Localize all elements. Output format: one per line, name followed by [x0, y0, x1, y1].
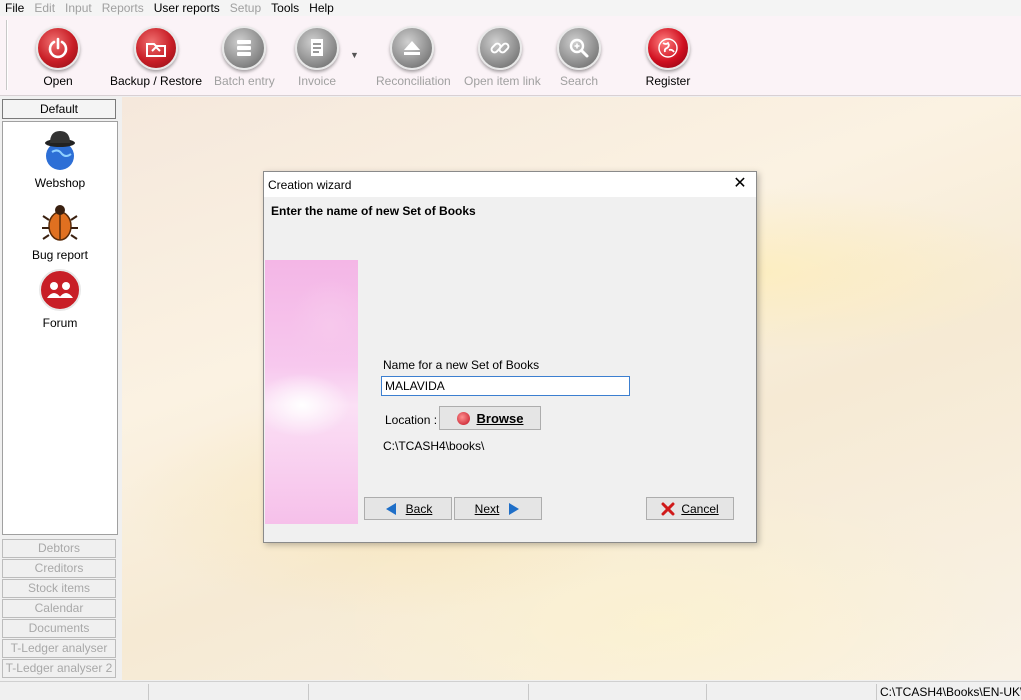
status-divider	[706, 684, 707, 700]
backup-restore-button[interactable]: Backup / Restore	[110, 26, 202, 88]
folder-arrows-icon	[134, 26, 178, 70]
globe-icon	[646, 26, 690, 70]
invoice-label: Invoice	[297, 74, 337, 88]
sidebar-group-default[interactable]: Default	[2, 99, 116, 119]
chain-link-icon	[478, 26, 522, 70]
open-item-link-label: Open item link	[464, 74, 541, 88]
people-icon	[38, 268, 82, 312]
reconciliation-label: Reconciliation	[376, 74, 451, 88]
bowler-hat-globe-icon	[38, 128, 82, 172]
invoice-button[interactable]: Invoice	[292, 26, 342, 88]
menu-tools[interactable]: Tools	[266, 1, 304, 15]
status-divider	[148, 684, 149, 700]
register-label: Register	[645, 74, 691, 88]
power-icon	[36, 26, 80, 70]
sidebar-group-documents[interactable]: Documents	[2, 619, 116, 638]
menu-edit[interactable]: Edit	[29, 1, 60, 15]
status-bar: C:\TCASH4\Books\EN-UK\	[0, 681, 1021, 700]
batch-entry-label: Batch entry	[214, 74, 275, 88]
arrow-left-icon	[385, 502, 396, 515]
red-x-icon	[661, 502, 675, 515]
open-label: Open	[43, 74, 73, 88]
sidebar-group-stock-items[interactable]: Stock items	[2, 579, 116, 598]
menu-user-reports[interactable]: User reports	[149, 1, 225, 15]
menu-bar: File Edit Input Reports User reports Set…	[0, 0, 1021, 16]
batch-entry-button[interactable]: Batch entry	[214, 26, 275, 88]
status-path: C:\TCASH4\Books\EN-UK\	[880, 685, 1021, 699]
sidebar-group-calendar[interactable]: Calendar	[2, 599, 116, 618]
next-button[interactable]: Next	[454, 497, 542, 520]
dialog-titlebar[interactable]: Creation wizard ✕	[264, 172, 756, 197]
sidebar-item-forum[interactable]: Forum	[3, 268, 117, 330]
register-button[interactable]: Register	[644, 26, 692, 88]
name-field-label: Name for a new Set of Books	[383, 358, 540, 372]
sidebar: Default Webshop Bug report Forum Debtors…	[0, 97, 120, 680]
webshop-label: Webshop	[34, 176, 86, 190]
status-divider	[876, 684, 877, 700]
close-icon[interactable]: ✕	[730, 175, 750, 193]
location-label: Location :	[385, 413, 438, 427]
open-button[interactable]: Open	[34, 26, 82, 88]
backup-label: Backup / Restore	[110, 74, 203, 88]
next-label: Next	[474, 501, 500, 516]
dialog-title: Creation wizard	[268, 178, 352, 192]
menu-file[interactable]: File	[0, 1, 29, 15]
location-path: C:\TCASH4\books\	[383, 439, 485, 453]
reconciliation-button[interactable]: Reconciliation	[376, 26, 451, 88]
sidebar-item-webshop[interactable]: Webshop	[3, 128, 117, 190]
sidebar-group-t-ledger-analyser[interactable]: T-Ledger analyser	[2, 639, 116, 658]
back-label: Back	[405, 501, 433, 516]
wizard-side-image	[265, 260, 358, 524]
status-divider	[528, 684, 529, 700]
open-item-link-button[interactable]: Open item link	[464, 26, 541, 88]
stack-icon	[222, 26, 266, 70]
cancel-label: Cancel	[681, 501, 719, 516]
cancel-button[interactable]: Cancel	[646, 497, 734, 520]
status-divider	[308, 684, 309, 700]
search-label: Search	[559, 74, 599, 88]
creation-wizard-dialog: Creation wizard ✕ Enter the name of new …	[263, 171, 757, 543]
search-button[interactable]: Search	[556, 26, 602, 88]
toolbar: Open Backup / Restore Batch entry Invoic…	[0, 16, 1021, 96]
back-button[interactable]: Back	[364, 497, 452, 520]
invoice-dropdown-arrow-icon[interactable]: ▼	[350, 50, 359, 60]
browse-label: Browse	[476, 410, 524, 426]
set-of-books-name-input[interactable]	[381, 376, 630, 396]
browse-button[interactable]: Browse	[439, 406, 541, 430]
forum-label: Forum	[42, 316, 78, 330]
sidebar-group-t-ledger-analyser-2[interactable]: T-Ledger analyser 2	[2, 659, 116, 678]
dialog-heading: Enter the name of new Set of Books	[271, 204, 476, 218]
menu-input[interactable]: Input	[60, 1, 97, 15]
eject-icon	[390, 26, 434, 70]
magnifier-icon	[557, 26, 601, 70]
beetle-icon	[38, 200, 82, 244]
sidebar-group-debtors[interactable]: Debtors	[2, 539, 116, 558]
sidebar-group-body: Webshop Bug report Forum	[2, 121, 118, 535]
menu-reports[interactable]: Reports	[97, 1, 149, 15]
bug-report-label: Bug report	[31, 248, 89, 262]
browse-icon	[456, 411, 470, 425]
toolbar-separator	[6, 20, 8, 90]
menu-help[interactable]: Help	[304, 1, 339, 15]
document-icon	[295, 26, 339, 70]
menu-setup[interactable]: Setup	[225, 1, 266, 15]
arrow-right-icon	[509, 502, 520, 515]
sidebar-item-bug-report[interactable]: Bug report	[3, 200, 117, 262]
sidebar-group-creditors[interactable]: Creditors	[2, 559, 116, 578]
